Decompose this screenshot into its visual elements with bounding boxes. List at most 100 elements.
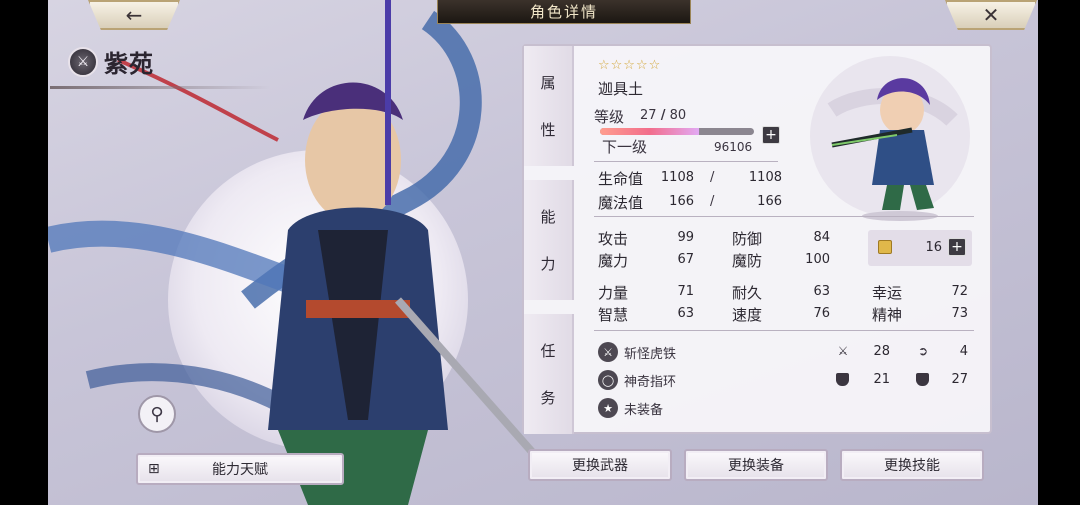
arrow-left-icon: ←: [125, 3, 143, 27]
plus-icon: +: [951, 239, 963, 255]
enhance-gem-box: 16 +: [868, 230, 972, 266]
divider: [594, 216, 974, 217]
weapon-atk: 28: [873, 344, 890, 359]
character-name-group: ⚔ 紫苑: [68, 44, 154, 79]
screen-title: 角色详情: [437, 0, 691, 24]
tab-attributes[interactable]: 属 性: [524, 46, 574, 166]
zoom-button[interactable]: ⚲: [138, 395, 176, 433]
mp-max: 166: [757, 194, 782, 209]
sword-icon: ⚔: [598, 342, 618, 362]
mag-label: 魔力: [598, 252, 629, 270]
luck-label: 幸运: [872, 284, 903, 302]
tab-attributes-char1: 属: [540, 74, 556, 92]
gem-count: 16: [925, 240, 942, 255]
equip-weapon-row[interactable]: ⚔ 斩怪虎铁: [598, 342, 676, 362]
end-label: 耐久: [732, 284, 763, 302]
close-button[interactable]: ✕: [945, 0, 1037, 30]
defense-icon: [836, 373, 849, 386]
str-label: 力量: [598, 284, 629, 302]
name-underline: [50, 86, 270, 89]
tab-mission[interactable]: 任 务: [524, 314, 574, 434]
str-value: 71: [677, 284, 694, 299]
equip-accessory-row[interactable]: ◯ 神奇指环: [598, 370, 676, 390]
wis-label: 智慧: [598, 306, 629, 324]
character-detail-screen: ← 角色详情 ✕ ⚔ 紫苑 ⚲ ⊞ 能力天赋 属 性 能 力 任 务 ☆☆☆☆☆…: [48, 0, 1038, 505]
wis-value: 63: [677, 306, 694, 321]
tab-mission-char1: 任: [540, 342, 556, 360]
level-max: 80: [669, 108, 687, 123]
divider: [594, 161, 778, 162]
change-equip-label: 更换装备: [728, 458, 784, 474]
mag-value: 67: [677, 252, 694, 267]
empty-slot-label: 未装备: [624, 402, 664, 418]
crit-icon: ➲: [917, 344, 929, 358]
left-letterbox: [0, 0, 48, 505]
mp-value: 166: [669, 194, 694, 209]
gem-add-button[interactable]: +: [948, 238, 966, 256]
level-separator: /: [660, 108, 666, 123]
change-skill-label: 更换技能: [884, 458, 940, 474]
mdef-value: 100: [805, 252, 830, 267]
mp-slash: /: [710, 194, 715, 209]
mp-label: 魔法值: [598, 194, 644, 212]
magnifier-icon: ⚲: [150, 403, 164, 425]
luck-value: 72: [951, 284, 968, 299]
change-equip-button[interactable]: 更换装备: [684, 449, 828, 481]
equip-empty-row[interactable]: ★ 未装备: [598, 398, 663, 418]
grid-icon: ⊞: [148, 461, 160, 477]
attack-icon: ⚔: [837, 344, 849, 358]
spirit-label: 精神: [872, 306, 903, 324]
exp-bar: [600, 128, 754, 135]
accessory-res: 27: [951, 372, 968, 387]
level-current: 27: [640, 108, 657, 123]
atk-label: 攻击: [598, 230, 629, 248]
next-level-exp: 96106: [714, 140, 753, 154]
tab-ability[interactable]: 能 力: [524, 180, 574, 300]
level-label: 等级: [594, 108, 625, 126]
def-value: 84: [813, 230, 830, 245]
end-value: 63: [813, 284, 830, 299]
class-name: 迦具土: [598, 80, 644, 98]
resist-icon: [916, 373, 929, 386]
right-letterbox: [1038, 0, 1080, 505]
talent-button-label: 能力天赋: [212, 462, 268, 478]
rarity-stars: ☆☆☆☆☆: [598, 58, 662, 73]
hp-slash: /: [710, 170, 715, 185]
atk-value: 99: [677, 230, 694, 245]
change-skill-button[interactable]: 更换技能: [840, 449, 984, 481]
spd-label: 速度: [732, 306, 763, 324]
talent-button[interactable]: ⊞ 能力天赋: [136, 453, 344, 485]
accessory-name: 神奇指环: [624, 374, 677, 390]
spd-value: 76: [813, 306, 830, 321]
tab-attributes-char2: 性: [540, 121, 556, 139]
star-badge-icon: ★: [598, 398, 618, 418]
hp-max: 1108: [748, 170, 782, 185]
chibi-portrait: [810, 56, 970, 221]
plus-icon: +: [765, 127, 777, 143]
hp-label: 生命值: [598, 170, 644, 188]
gem-icon: [878, 240, 892, 254]
level-value: 27 / 80: [640, 108, 686, 123]
exp-bar-fill: [600, 128, 699, 135]
accessory-def: 21: [873, 372, 890, 387]
hp-value: 1108: [660, 170, 694, 185]
ring-icon: ◯: [598, 370, 618, 390]
back-button[interactable]: ←: [88, 0, 180, 30]
info-panel: 属 性 能 力 任 务 ☆☆☆☆☆ 迦具土 等级 27 / 80 + 下一级 9…: [522, 44, 992, 434]
sword-icon: ⚔: [68, 46, 98, 77]
weapon-crit: 4: [959, 344, 968, 359]
tab-mission-char2: 务: [540, 389, 556, 407]
spirit-value: 73: [951, 306, 968, 321]
mdef-label: 魔防: [732, 252, 763, 270]
weapon-name: 斩怪虎铁: [624, 346, 677, 362]
level-up-button[interactable]: +: [762, 126, 780, 144]
character-name: 紫苑: [104, 50, 154, 78]
change-weapon-label: 更换武器: [572, 458, 628, 474]
divider: [594, 330, 974, 331]
next-level-label: 下一级: [602, 138, 648, 156]
change-weapon-button[interactable]: 更换武器: [528, 449, 672, 481]
tab-ability-char2: 力: [540, 255, 556, 273]
close-icon: ✕: [982, 3, 1000, 27]
def-label: 防御: [732, 230, 763, 248]
tab-ability-char1: 能: [540, 208, 556, 226]
